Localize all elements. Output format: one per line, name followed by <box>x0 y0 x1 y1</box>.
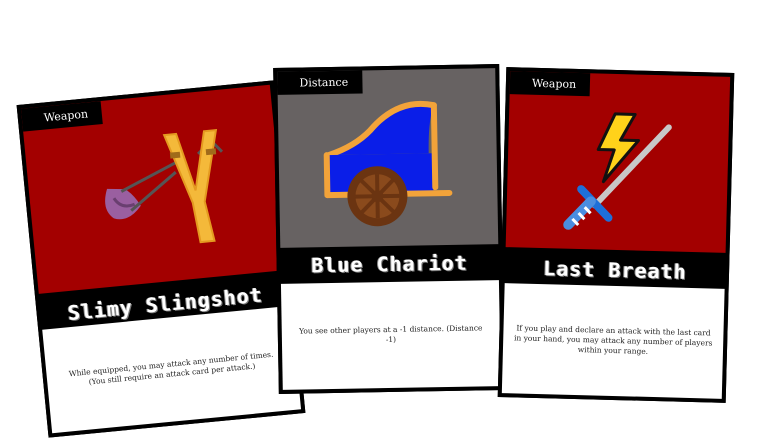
card-text-line: If you play and declare an attack with t… <box>513 323 713 356</box>
card-art <box>277 68 499 248</box>
chariot-icon <box>323 100 453 227</box>
card-blue-chariot[interactable]: Distance Blue Chariot You see other play… <box>273 64 505 394</box>
card-art <box>505 71 731 253</box>
card-slimy-slingshot[interactable]: Weapon Slimy Slingshot While equipped, y… <box>16 80 306 438</box>
card-type-label: Weapon <box>509 71 591 97</box>
card-type-label: Distance <box>277 70 363 95</box>
card-title: Blue Chariot <box>311 250 469 278</box>
card-title: Last Breath <box>543 256 688 284</box>
card-description: While equipped, you may attack any numbe… <box>42 305 302 434</box>
card-last-breath[interactable]: Weapon Last Breath If you play and decla… <box>497 67 735 403</box>
card-text-line: You see other players at a -1 distance. … <box>298 323 483 345</box>
card-description: You see other players at a -1 distance. … <box>280 280 501 390</box>
card-description: If you play and declare an attack with t… <box>501 283 725 399</box>
lightning-sword-icon <box>563 112 672 230</box>
